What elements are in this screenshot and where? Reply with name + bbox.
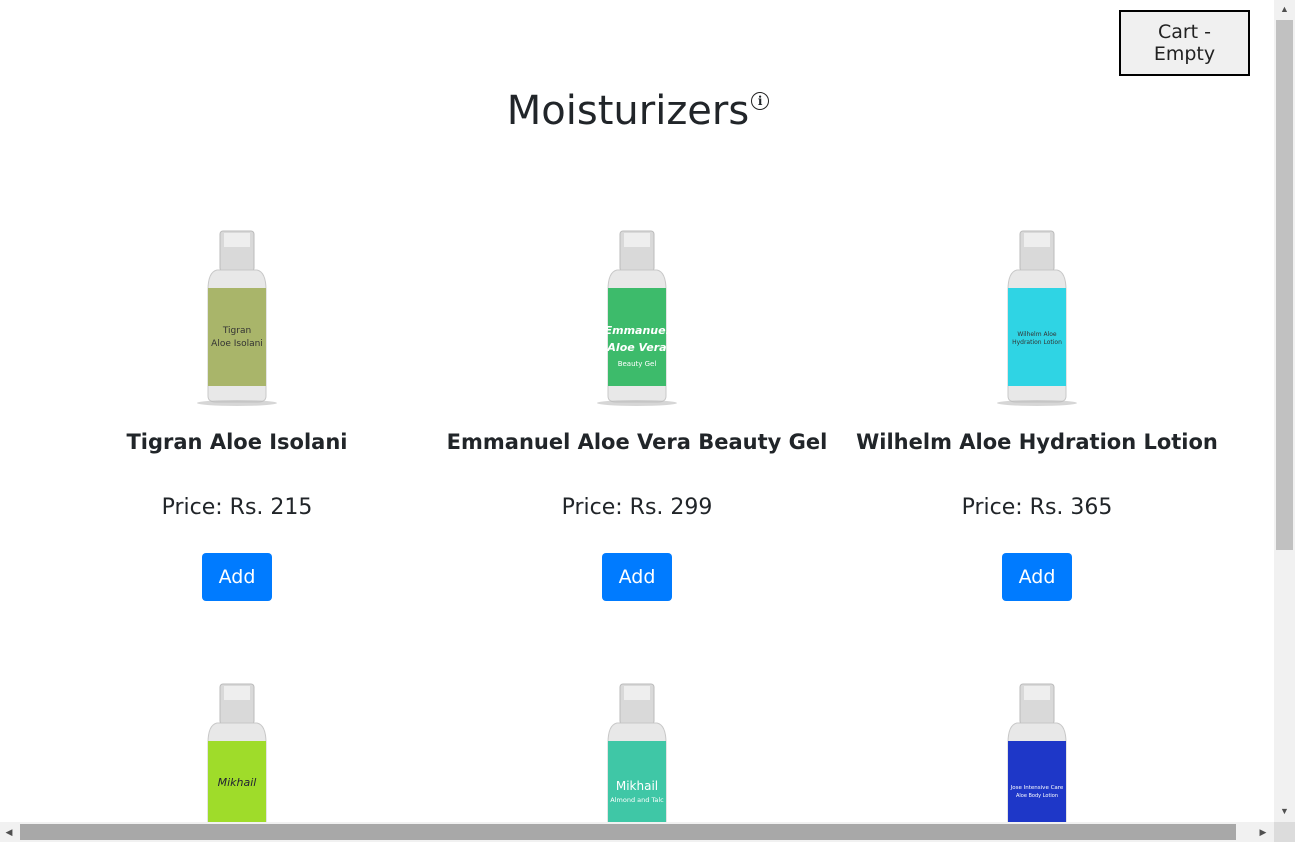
bottle-label-line: Emmanuel (605, 324, 670, 337)
page-viewport: Cart - Empty Moisturizers i Tigran Aloe I… (0, 0, 1274, 822)
product-image: Jose Intensive Care Aloe Body Lotion (1007, 683, 1067, 822)
bottle-label-line: Aloe Vera (606, 341, 666, 354)
product-name: Emmanuel Aloe Vera Beauty Gel (446, 430, 828, 454)
product-image: Tigran Aloe Isolani (197, 230, 277, 406)
product-price: Price: Rs. 215 (161, 495, 313, 520)
bottle-label-line: Tigran (222, 326, 251, 336)
add-to-cart-button[interactable]: Add (1002, 553, 1072, 601)
product-card: Mikhail Almond and Talc (437, 683, 837, 822)
page-title-text: Moisturizers (506, 88, 750, 134)
product-card: Tigran Aloe Isolani Tigran Aloe Isolani … (37, 230, 437, 610)
cart-button[interactable]: Cart - Empty (1119, 10, 1250, 76)
product-card: Wilhelm Aloe Hydration Lotion Wilhelm Al… (837, 230, 1237, 610)
add-to-cart-button[interactable]: Add (202, 553, 272, 601)
scroll-up-arrow-icon[interactable]: ▲ (1274, 0, 1295, 18)
product-name: Tigran Aloe Isolani (126, 430, 348, 454)
product-image: Mikhail Almond and Talc (607, 683, 667, 822)
product-image: Mikhail (207, 683, 267, 822)
vertical-scrollbar[interactable]: ▲ ▼ (1274, 0, 1295, 822)
product-card: Mikhail (37, 683, 437, 822)
info-icon[interactable]: i (751, 92, 770, 110)
product-card: Emmanuel Aloe Vera Beauty Gel Emmanuel A… (437, 230, 837, 610)
product-image: Emmanuel Aloe Vera Beauty Gel (597, 230, 677, 406)
bottle-label-color (1008, 741, 1066, 822)
horizontal-scrollbar-thumb[interactable] (20, 824, 1236, 840)
bottle-label-line: Jose Intensive Care (1010, 785, 1064, 791)
page-title: Moisturizers i (0, 88, 1274, 134)
bottle-label-line: Hydration Lotion (1012, 339, 1062, 346)
bottle-label-line: Beauty Gel (618, 360, 657, 368)
product-price: Price: Rs. 365 (961, 495, 1113, 520)
bottle-label-line: Aloe Body Lotion (1016, 793, 1058, 799)
vertical-scrollbar-thumb[interactable] (1276, 20, 1293, 550)
product-price: Price: Rs. 299 (561, 495, 713, 520)
bottle-label-color (208, 288, 266, 386)
product-image: Wilhelm Aloe Hydration Lotion (997, 230, 1077, 406)
scroll-down-arrow-icon[interactable]: ▼ (1274, 802, 1295, 820)
scrollbar-corner (1274, 822, 1295, 842)
product-card: Jose Intensive Care Aloe Body Lotion (837, 683, 1237, 822)
bottle-label-color (608, 288, 666, 386)
bottle-label-line: Aloe Isolani (211, 339, 263, 349)
bottle-label-line: Almond and Talc (610, 796, 664, 804)
horizontal-scrollbar[interactable]: ◀ ▶ (0, 822, 1274, 842)
bottle-label-line: Wilhelm Aloe (1017, 331, 1056, 338)
add-to-cart-button[interactable]: Add (602, 553, 672, 601)
scroll-left-arrow-icon[interactable]: ◀ (0, 822, 18, 842)
bottle-label-line: Mikhail (616, 779, 658, 793)
scroll-right-arrow-icon[interactable]: ▶ (1254, 822, 1272, 842)
product-name: Wilhelm Aloe Hydration Lotion (856, 430, 1218, 454)
bottle-label-line: Mikhail (218, 776, 257, 789)
